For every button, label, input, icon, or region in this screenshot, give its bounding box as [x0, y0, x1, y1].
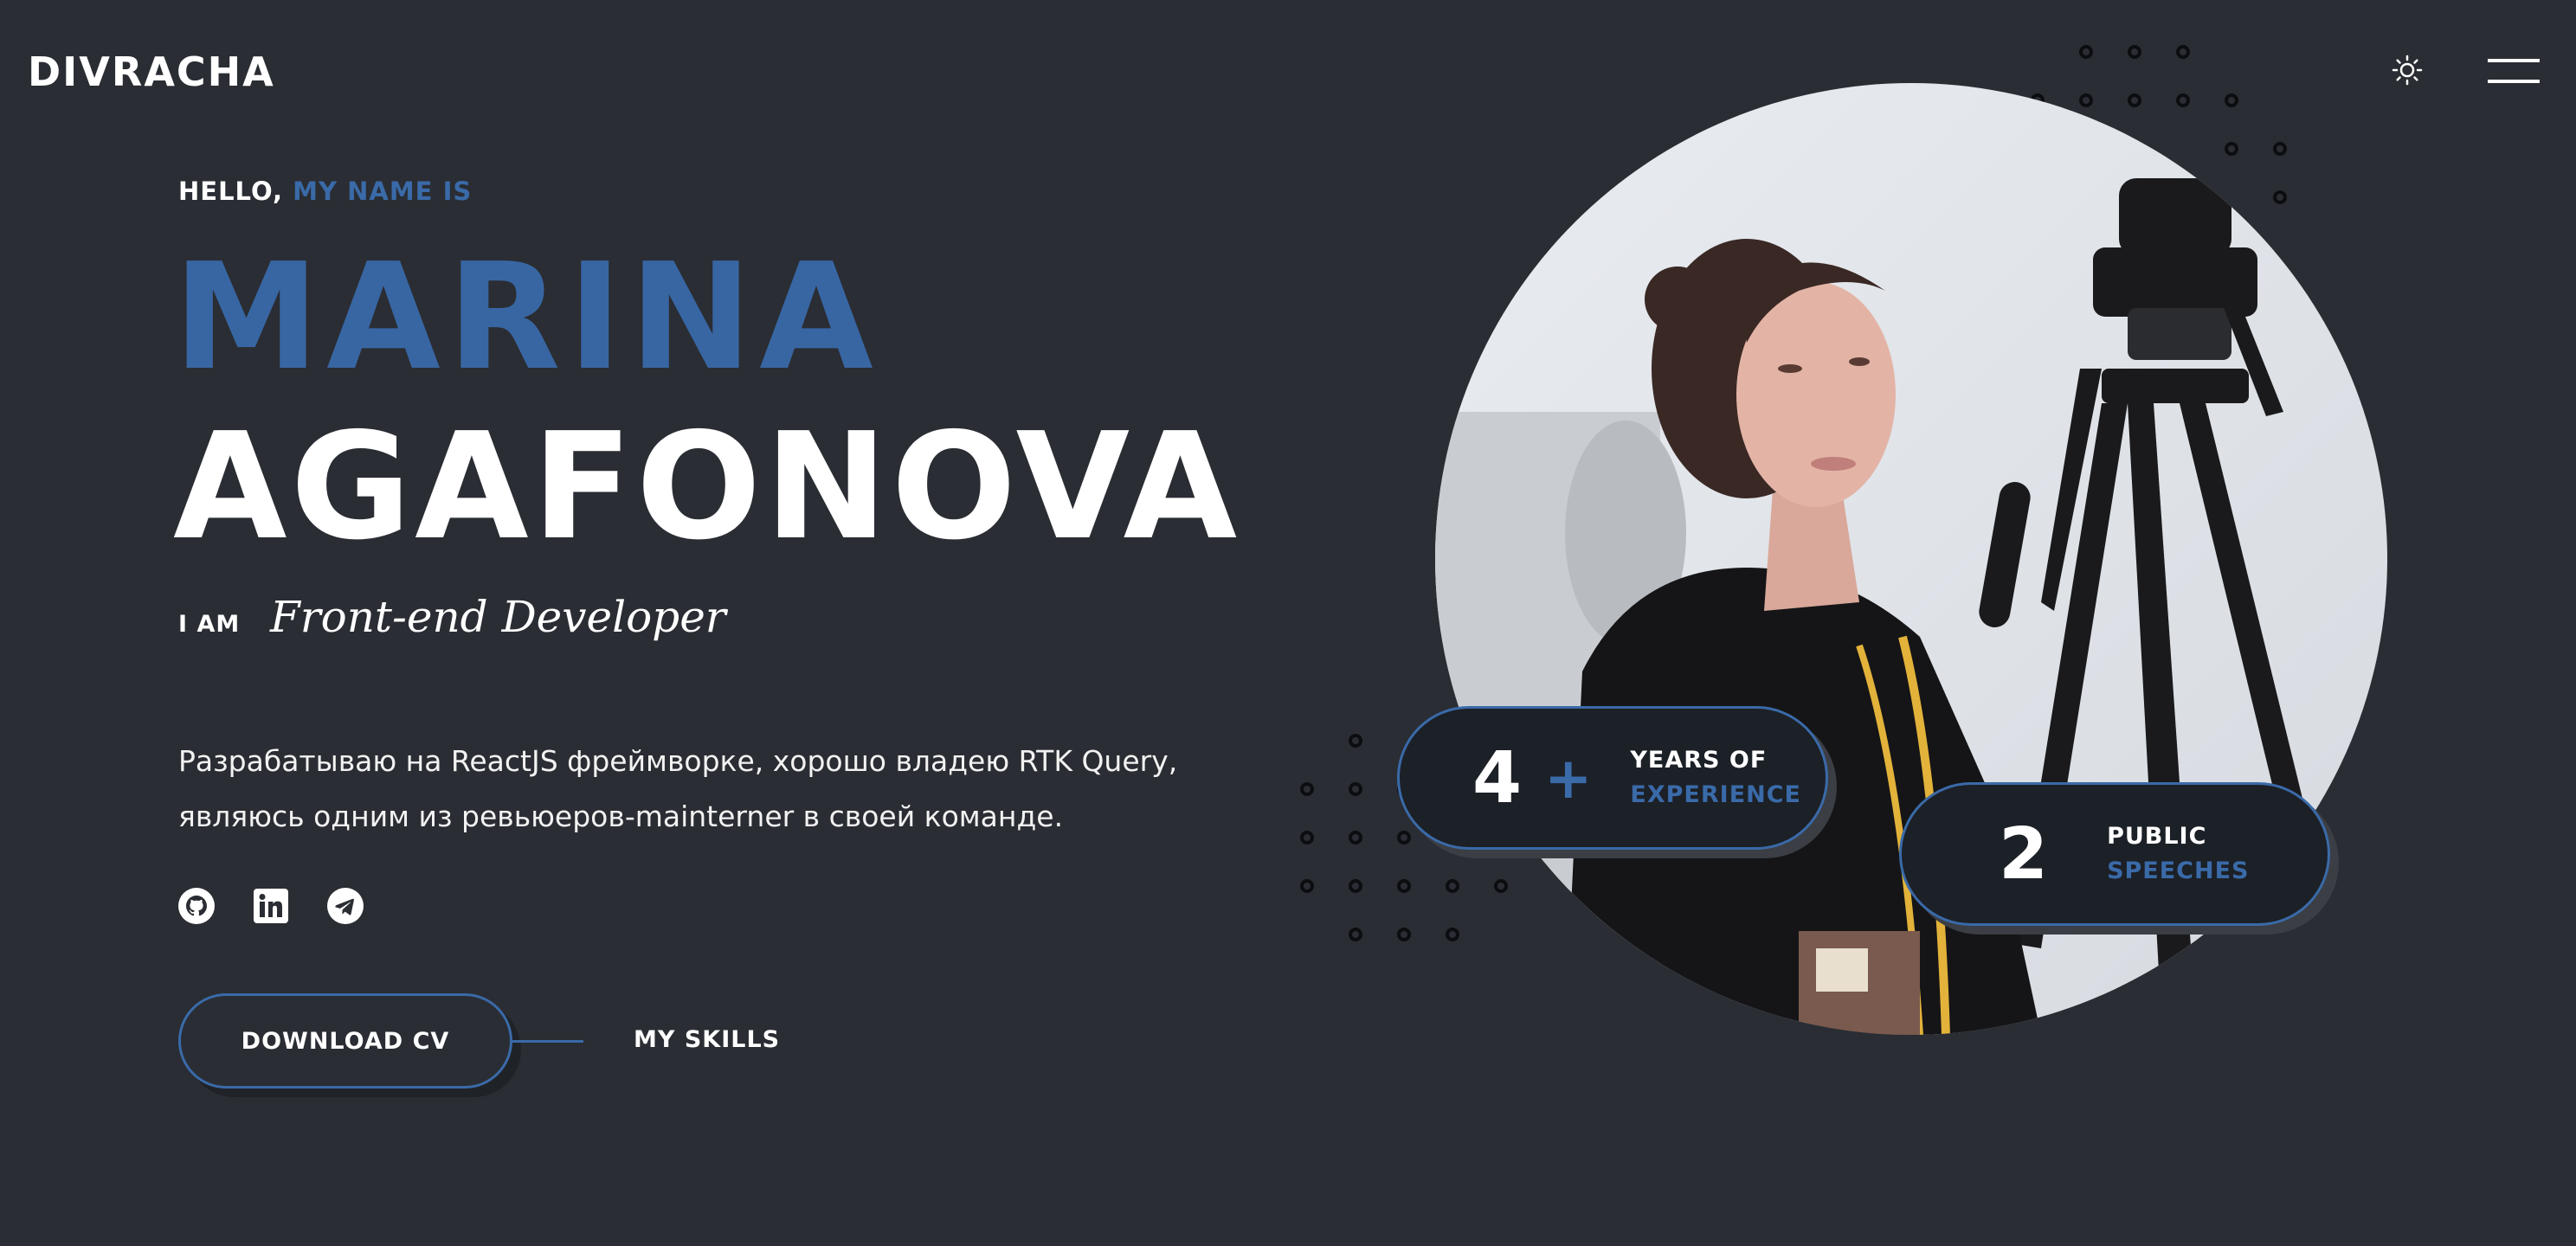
greeting-prefix: HELLO,: [178, 177, 284, 206]
greeting-accent: MY NAME IS: [293, 177, 473, 206]
role-title: Front-end Developer: [270, 592, 726, 642]
linkedin-icon[interactable]: [253, 888, 289, 924]
description-line: являюсь одним из ревьюеров-mainterner в …: [178, 800, 1064, 833]
download-cv-button[interactable]: DOWNLOAD CV: [178, 993, 512, 1089]
experience-label-line1: YEARS OF: [1630, 747, 1768, 774]
speeches-label-line1: PUBLIC: [2107, 823, 2207, 850]
experience-plus: +: [1544, 744, 1593, 812]
experience-label: YEARS OF EXPERIENCE: [1630, 743, 1801, 812]
menu-line: [2488, 80, 2540, 83]
first-name-heading: MARINA: [173, 232, 880, 403]
greeting: HELLO, MY NAME IS: [178, 177, 472, 206]
experience-value: 4: [1472, 736, 1523, 819]
description-line: Разрабатываю на ReactJS фреймворке, хоро…: [178, 744, 1178, 778]
last-name-heading: AGAFONOVA: [173, 401, 1241, 573]
theme-toggle-button[interactable]: [2387, 50, 2427, 90]
speeches-badge: 2 PUBLIC SPEECHES: [1899, 782, 2330, 926]
menu-line: [2488, 59, 2540, 62]
sun-icon: [2392, 55, 2423, 86]
speeches-value: 2: [1999, 812, 2049, 896]
my-skills-link[interactable]: MY SKILLS: [634, 1026, 780, 1053]
hamburger-menu-icon[interactable]: [2488, 55, 2540, 87]
i-am-label: I AM: [178, 611, 241, 638]
telegram-icon[interactable]: [327, 888, 364, 924]
site-logo[interactable]: DIVRACHA: [28, 48, 275, 95]
social-links: [178, 888, 364, 924]
speeches-label: PUBLIC SPEECHES: [2107, 819, 2249, 889]
description: Разрабатываю на ReactJS фреймворке, хоро…: [178, 734, 1217, 845]
speeches-label-line2: SPEECHES: [2107, 857, 2250, 884]
experience-badge: 4 + YEARS OF EXPERIENCE: [1397, 706, 1828, 850]
experience-label-line2: EXPERIENCE: [1630, 781, 1802, 808]
button-connector-line: [512, 1040, 583, 1043]
github-icon[interactable]: [178, 888, 215, 924]
